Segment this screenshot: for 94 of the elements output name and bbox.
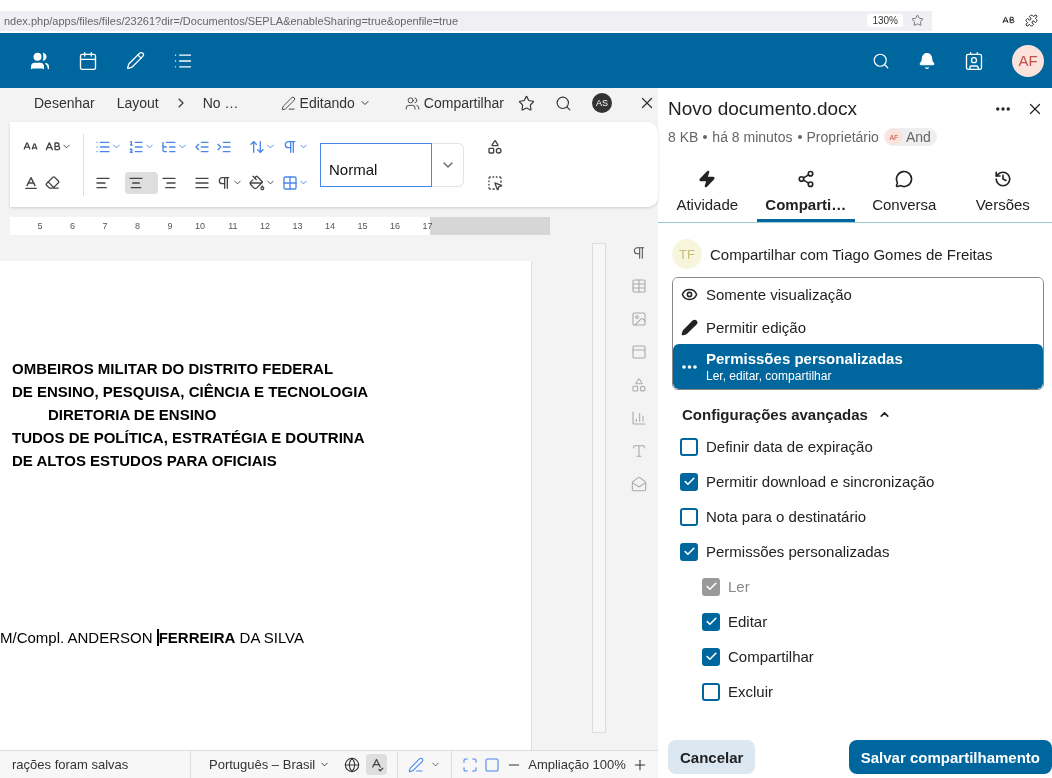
ruler-number: 12 [259,221,270,231]
globe-icon[interactable] [344,756,361,773]
document-heading: DE ALTOS ESTUDOS PARA OFICIAIS [11,451,277,471]
document-heading: DE ENSINO, PESQUISA, CIÊNCIA E TECNOLOGIA [11,382,369,402]
file-meta: há 8 minutos [712,129,793,145]
check-icon [704,580,718,593]
document-heading: DIRETORIA DE ENSINO [47,405,217,425]
tab-icon [698,170,717,188]
checkbox-label: Permissões personalizadas [706,543,890,560]
people-icon [404,95,420,111]
save-status: rações foram salvas [11,757,130,772]
option-icon [681,286,698,303]
ruler-number: 17 [421,221,433,231]
user-avatar[interactable]: AS [591,93,612,113]
check-icon [704,615,718,628]
address-bar[interactable]: ndex.php/apps/files/files/23261?dir=/Documentos/SEPLA&enableSharing=true&openfile=true 130% [0,10,932,31]
checkbox[interactable] [702,612,720,631]
checkbox[interactable] [680,472,698,491]
ruler-number: 15 [356,221,368,231]
ruler-number: 9 [166,221,173,231]
sidebar-tab[interactable]: Versões [953,170,1052,222]
file-meta: 8 KB [668,129,699,145]
language-dropdown[interactable]: Português – Brasil [201,757,339,772]
ellipsis-icon [681,364,698,369]
ruler-number: 8 [134,221,140,231]
advanced-settings-toggle[interactable]: Configurações avançadas [682,406,891,423]
file-meta: Proprietário [806,129,879,145]
checkbox-label: Permitir download e sincronização [706,473,935,490]
ruler-number: 13 [291,221,303,231]
tab-icon [895,170,914,188]
style-field[interactable]: Normal [320,142,432,187]
checkbox[interactable] [702,647,720,666]
checkbox-label: Excluir [728,683,773,700]
check-icon [682,545,696,558]
pencil-icon[interactable] [126,51,145,70]
contact-card-icon[interactable] [964,50,984,71]
ruler-number: 10 [194,221,205,231]
checkbox[interactable] [680,507,698,526]
spellcheck-icon[interactable] [366,754,388,775]
align-center-icon[interactable] [125,171,158,194]
ruler-number: 7 [101,221,108,231]
search-icon[interactable] [872,51,890,70]
permission-option[interactable]: Permissões personalizadas Ler, editar, compartilhar [673,344,1043,389]
url-text: ndex.php/apps/files/files/23261?dir=/Documentos/SEPLA&enableSharing=true&openfile=true [4,14,459,27]
calendar-icon[interactable] [78,50,98,71]
extensions-icon[interactable] [1025,14,1038,27]
checkbox-label: Editar [728,613,768,630]
checkbox[interactable] [680,542,698,561]
file-title: Novo documento.docx [668,98,859,120]
option-icon [681,319,698,336]
checkbox[interactable] [702,682,720,701]
tab-icon [796,170,815,188]
document-heading: TUDOS DE POLÍTICA, ESTRATÉGIA E DOUTRINA [11,428,365,448]
cancel-button[interactable]: Cancelar [668,740,756,774]
document-text: M/Compl. ANDERSON FERREIRA DA SILVA [0,628,305,648]
ruler-number: 14 [324,221,335,231]
menu-tab[interactable]: Desenhar [26,95,103,111]
user-avatar: TF [672,239,702,269]
share-button[interactable]: Compartilhar [396,95,512,111]
check-icon [682,475,696,488]
scrollbar[interactable] [592,243,606,733]
save-button[interactable]: Salvar compartilhamento [848,740,1052,774]
check-icon [704,650,718,663]
checkbox-label: Definir data de expiração [706,438,873,455]
sidebar-tab[interactable]: Atividade [658,170,757,222]
ruler-number: 5 [36,221,43,231]
bookmark-star-icon[interactable] [911,14,924,27]
share-recipient: Compartilhar com Tiago Gomes de Freitas [710,245,993,263]
checkbox[interactable] [680,437,698,456]
contacts-icon[interactable] [30,50,50,71]
separator-dot [703,135,708,139]
separator-dot [797,135,802,139]
ruler-number: 6 [69,221,75,231]
notifications-icon[interactable] [918,51,936,70]
pen-icon [280,95,296,111]
owner-name: And [905,129,931,145]
checkbox-label: Nota para o destinatário [706,508,867,525]
sidebar-tab[interactable]: Comparti… [756,170,855,222]
zoom-badge[interactable]: 130% [867,14,903,27]
document-heading: OMBEIROS MILITAR DO DISTRITO FEDERAL [11,359,334,379]
checkbox-label: Compartilhar [728,648,814,665]
track-changes-icon[interactable] [408,756,425,773]
search-icon[interactable] [554,94,572,112]
breadcrumb[interactable]: No … [194,95,247,111]
user-avatar[interactable]: AF [1012,44,1044,77]
zoom-level: Ampliação 100% [528,757,626,772]
mode-dropdown[interactable]: Editando [272,95,379,111]
menu-tab[interactable]: Layout [108,95,167,111]
ruler-number: 16 [389,221,400,231]
star-icon[interactable] [517,94,535,112]
sidebar-tab[interactable]: Conversa [855,170,954,222]
ruler-number: 11 [227,221,238,231]
tab-icon [993,170,1012,188]
checkbox-label: Ler [728,578,750,595]
